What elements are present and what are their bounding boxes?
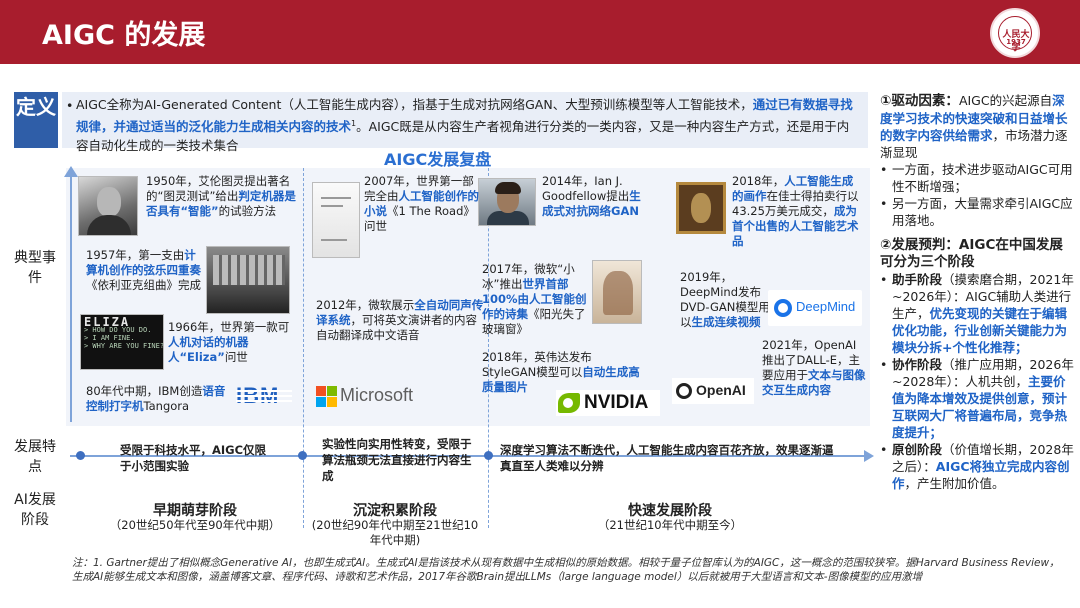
- event-2017: 2017年，微软“小冰”推出世界首部100%由人工智能创作的诗集《阳光失了玻璃窗…: [482, 262, 587, 336]
- event-2012: 2012年，微软展示全自动同声传译系统，可将英文演讲者的内容自动翻译成中文语音: [316, 298, 484, 342]
- driver-factors: ①驱动因素：AIGC的兴起源自深度学习技术的快速突破和日益增长的数字内容供给需求…: [880, 93, 1068, 160]
- event-2014: 2014年，Ian J. Goodfellow提出生成式对抗网络GAN: [542, 174, 641, 218]
- event-2021: 2021年，OpenAI推出了DALL-E，主要应用于文本与图像交互生成内容: [762, 338, 866, 397]
- review-title: AIGC发展复盘: [384, 150, 492, 169]
- ai-painting-photo: [676, 182, 726, 234]
- event-2018-stylegan: 2018年，英伟达发布StyleGAN模型可以自动生成高质量图片: [482, 350, 640, 394]
- axis-arrow-right-icon: [864, 450, 874, 462]
- university-logo-icon: 人民大学 1937: [990, 8, 1040, 58]
- turing-photo: [78, 176, 138, 236]
- event-80s: 80年代中期，IBM创造语音控制打字机Tangora: [86, 384, 226, 413]
- axis-dot: [298, 451, 307, 460]
- event-2007: 2007年，世界第一部完全由人工智能创作的小说《1 The Road》问世: [364, 174, 479, 233]
- novel-cover-photo: [312, 182, 360, 258]
- logo-year: 1937: [1006, 38, 1026, 46]
- illiac-computer-photo: [206, 246, 290, 314]
- row-label-events: 典型事件: [14, 250, 56, 286]
- openai-logo-icon: OpenAI: [672, 378, 754, 404]
- row-label-features: 发展特点: [14, 439, 56, 475]
- stage-assistant: 助手阶段（摸索磨合期，2021年~2026年）：AIGC辅助人类进行生产，优先变…: [880, 271, 1076, 356]
- goodfellow-photo: [478, 178, 536, 226]
- event-1957: 1957年，第一支由计算机创作的弦乐四重奏《依利亚克组曲》完成: [86, 248, 201, 292]
- definition-badge: 定义: [14, 92, 58, 148]
- nvidia-logo-icon: NVIDIA: [556, 390, 660, 416]
- feature-early: 受限于科技水平，AIGC仅限于小范围实验: [120, 443, 267, 473]
- eliza-screen-title: ELIZA: [84, 315, 131, 329]
- poetry-book-photo: [592, 260, 642, 324]
- logo-ring: 人民大学 1937: [998, 16, 1032, 53]
- ibm-logo-icon: IBM: [236, 384, 292, 408]
- nvidia-logo-text: NVIDIA: [584, 392, 649, 413]
- stage-collaboration: 协作阶段（推广应用期，2026年~2028年）：人机共创，主要价值为降本增效及提…: [880, 356, 1076, 441]
- page-title: AIGC 的发展: [42, 20, 206, 51]
- row-label-stages: AI发展阶段: [14, 492, 56, 528]
- driver-bullet-1: 一方面，技术进步驱动AIGC可用性不断增强；: [880, 161, 1076, 195]
- microsoft-logo-icon: Microsoft: [314, 384, 432, 410]
- axis-arrow-up-icon: [64, 166, 78, 177]
- feature-rapid: 深度学习算法不断迭代，人工智能生成内容百花齐放，效果逐渐逼真直至人类难以分辨: [500, 443, 834, 473]
- definition-text-1: AIGC全称为AI-Generated Content（人工智能生成内容），指基…: [76, 97, 753, 112]
- feature-accumulation: 实验性向实用性转变，受限于算法瓶颈无法直接进行内容生成: [322, 437, 472, 483]
- right-panel: ①驱动因素：AIGC的兴起源自深度学习技术的快速突破和日益增长的数字内容供给需求…: [880, 92, 1076, 562]
- stage-original: 原创阶段（价值增长期，2028年之后）：AIGC将独立完成内容创作，产生附加价值…: [880, 441, 1076, 492]
- openai-logo-text: OpenAI: [696, 382, 746, 398]
- event-1966: 1966年，世界第一款可人机对话的机器人“Eliza”问世: [168, 320, 290, 364]
- event-1950: 1950年，艾伦图灵提出著名的“图灵测试”给出判定机器是否具有“智能”的试验方法: [146, 174, 296, 218]
- event-2019: 2019年，DeepMind发布DVD-GAN模型用以生成连续视频: [680, 270, 770, 329]
- eliza-screen-lines: > HOW DO YOU DO. > I AM FINE. > WHY ARE …: [84, 326, 164, 350]
- stage-accumulation-period: (20世纪90年代中期至21世纪10年代中期): [311, 518, 479, 547]
- deepmind-logo-icon: DeepMind: [768, 290, 862, 326]
- axis-dot: [484, 451, 493, 460]
- vertical-axis: [70, 174, 72, 422]
- event-2018-painting: 2018年，人工智能生成的画作在佳士得拍卖行以43.25万美元成交，成为首个出售…: [732, 174, 859, 248]
- eliza-screen-photo: ELIZA > HOW DO YOU DO. > I AM FINE. > WH…: [80, 314, 164, 370]
- axis-dot: [76, 451, 85, 460]
- driver-bullet-2: 另一方面，大量需求牵引AIGC应用落地。: [880, 195, 1076, 229]
- definition-bullet: •: [66, 98, 74, 113]
- deepmind-logo-text: DeepMind: [796, 299, 856, 314]
- forecast-heading: ②发展预判：AIGC在中国发展可分为三个阶段: [880, 237, 1063, 270]
- definition-box: • AIGC全称为AI-Generated Content（人工智能生成内容），…: [62, 92, 868, 153]
- stage-early-period: （20世纪50年代至90年代中期）: [109, 518, 281, 532]
- stage-rapid-period: （21世纪10年代中期至今）: [597, 518, 743, 532]
- header-bar: AIGC 的发展: [0, 0, 1080, 64]
- stage-rapid-name: 快速发展阶段: [628, 503, 712, 519]
- microsoft-logo-text: Microsoft: [340, 385, 414, 405]
- stage-early-name: 早期萌芽阶段: [153, 503, 237, 519]
- stage-divider-1: [303, 168, 304, 528]
- stage-accumulation-name: 沉淀积累阶段: [353, 503, 437, 519]
- slide: AIGC 的发展 人民大学 1937 定义 • AIGC全称为AI-Genera…: [0, 0, 1080, 608]
